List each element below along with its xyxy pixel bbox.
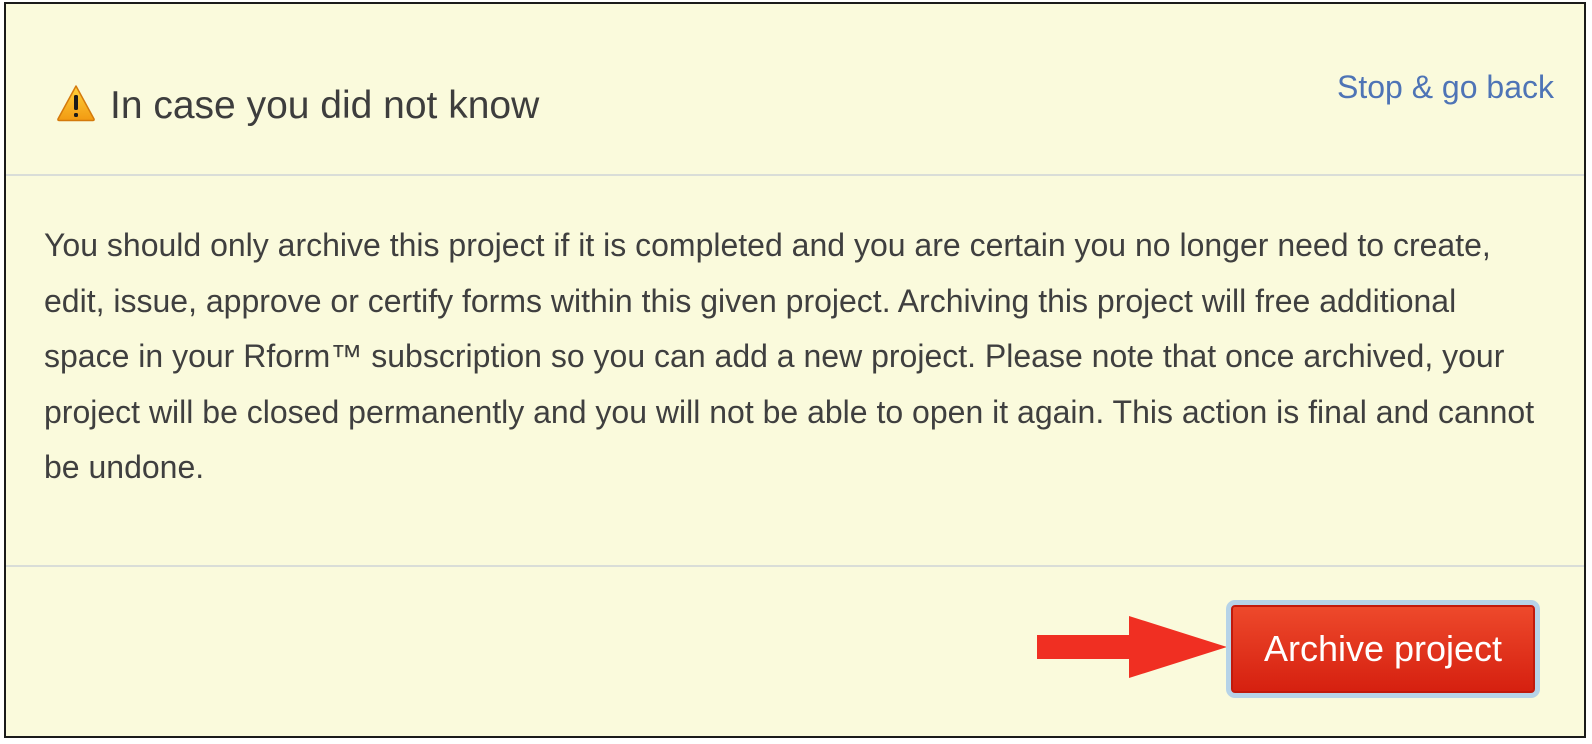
warning-triangle-icon [57, 85, 95, 122]
dialog-header: In case you did not know Stop & go back [6, 4, 1584, 176]
dialog-body: You should only archive this project if … [6, 176, 1584, 567]
red-arrow-pointer [1037, 616, 1227, 678]
warning-message: You should only archive this project if … [44, 227, 1535, 486]
stop-go-back-link[interactable]: Stop & go back [1337, 68, 1554, 106]
dialog-footer: Archive project [6, 567, 1584, 736]
dialog-title: In case you did not know [110, 84, 540, 127]
archive-confirm-dialog: In case you did not know Stop & go back … [4, 2, 1586, 738]
archive-project-button[interactable]: Archive project [1226, 600, 1540, 698]
